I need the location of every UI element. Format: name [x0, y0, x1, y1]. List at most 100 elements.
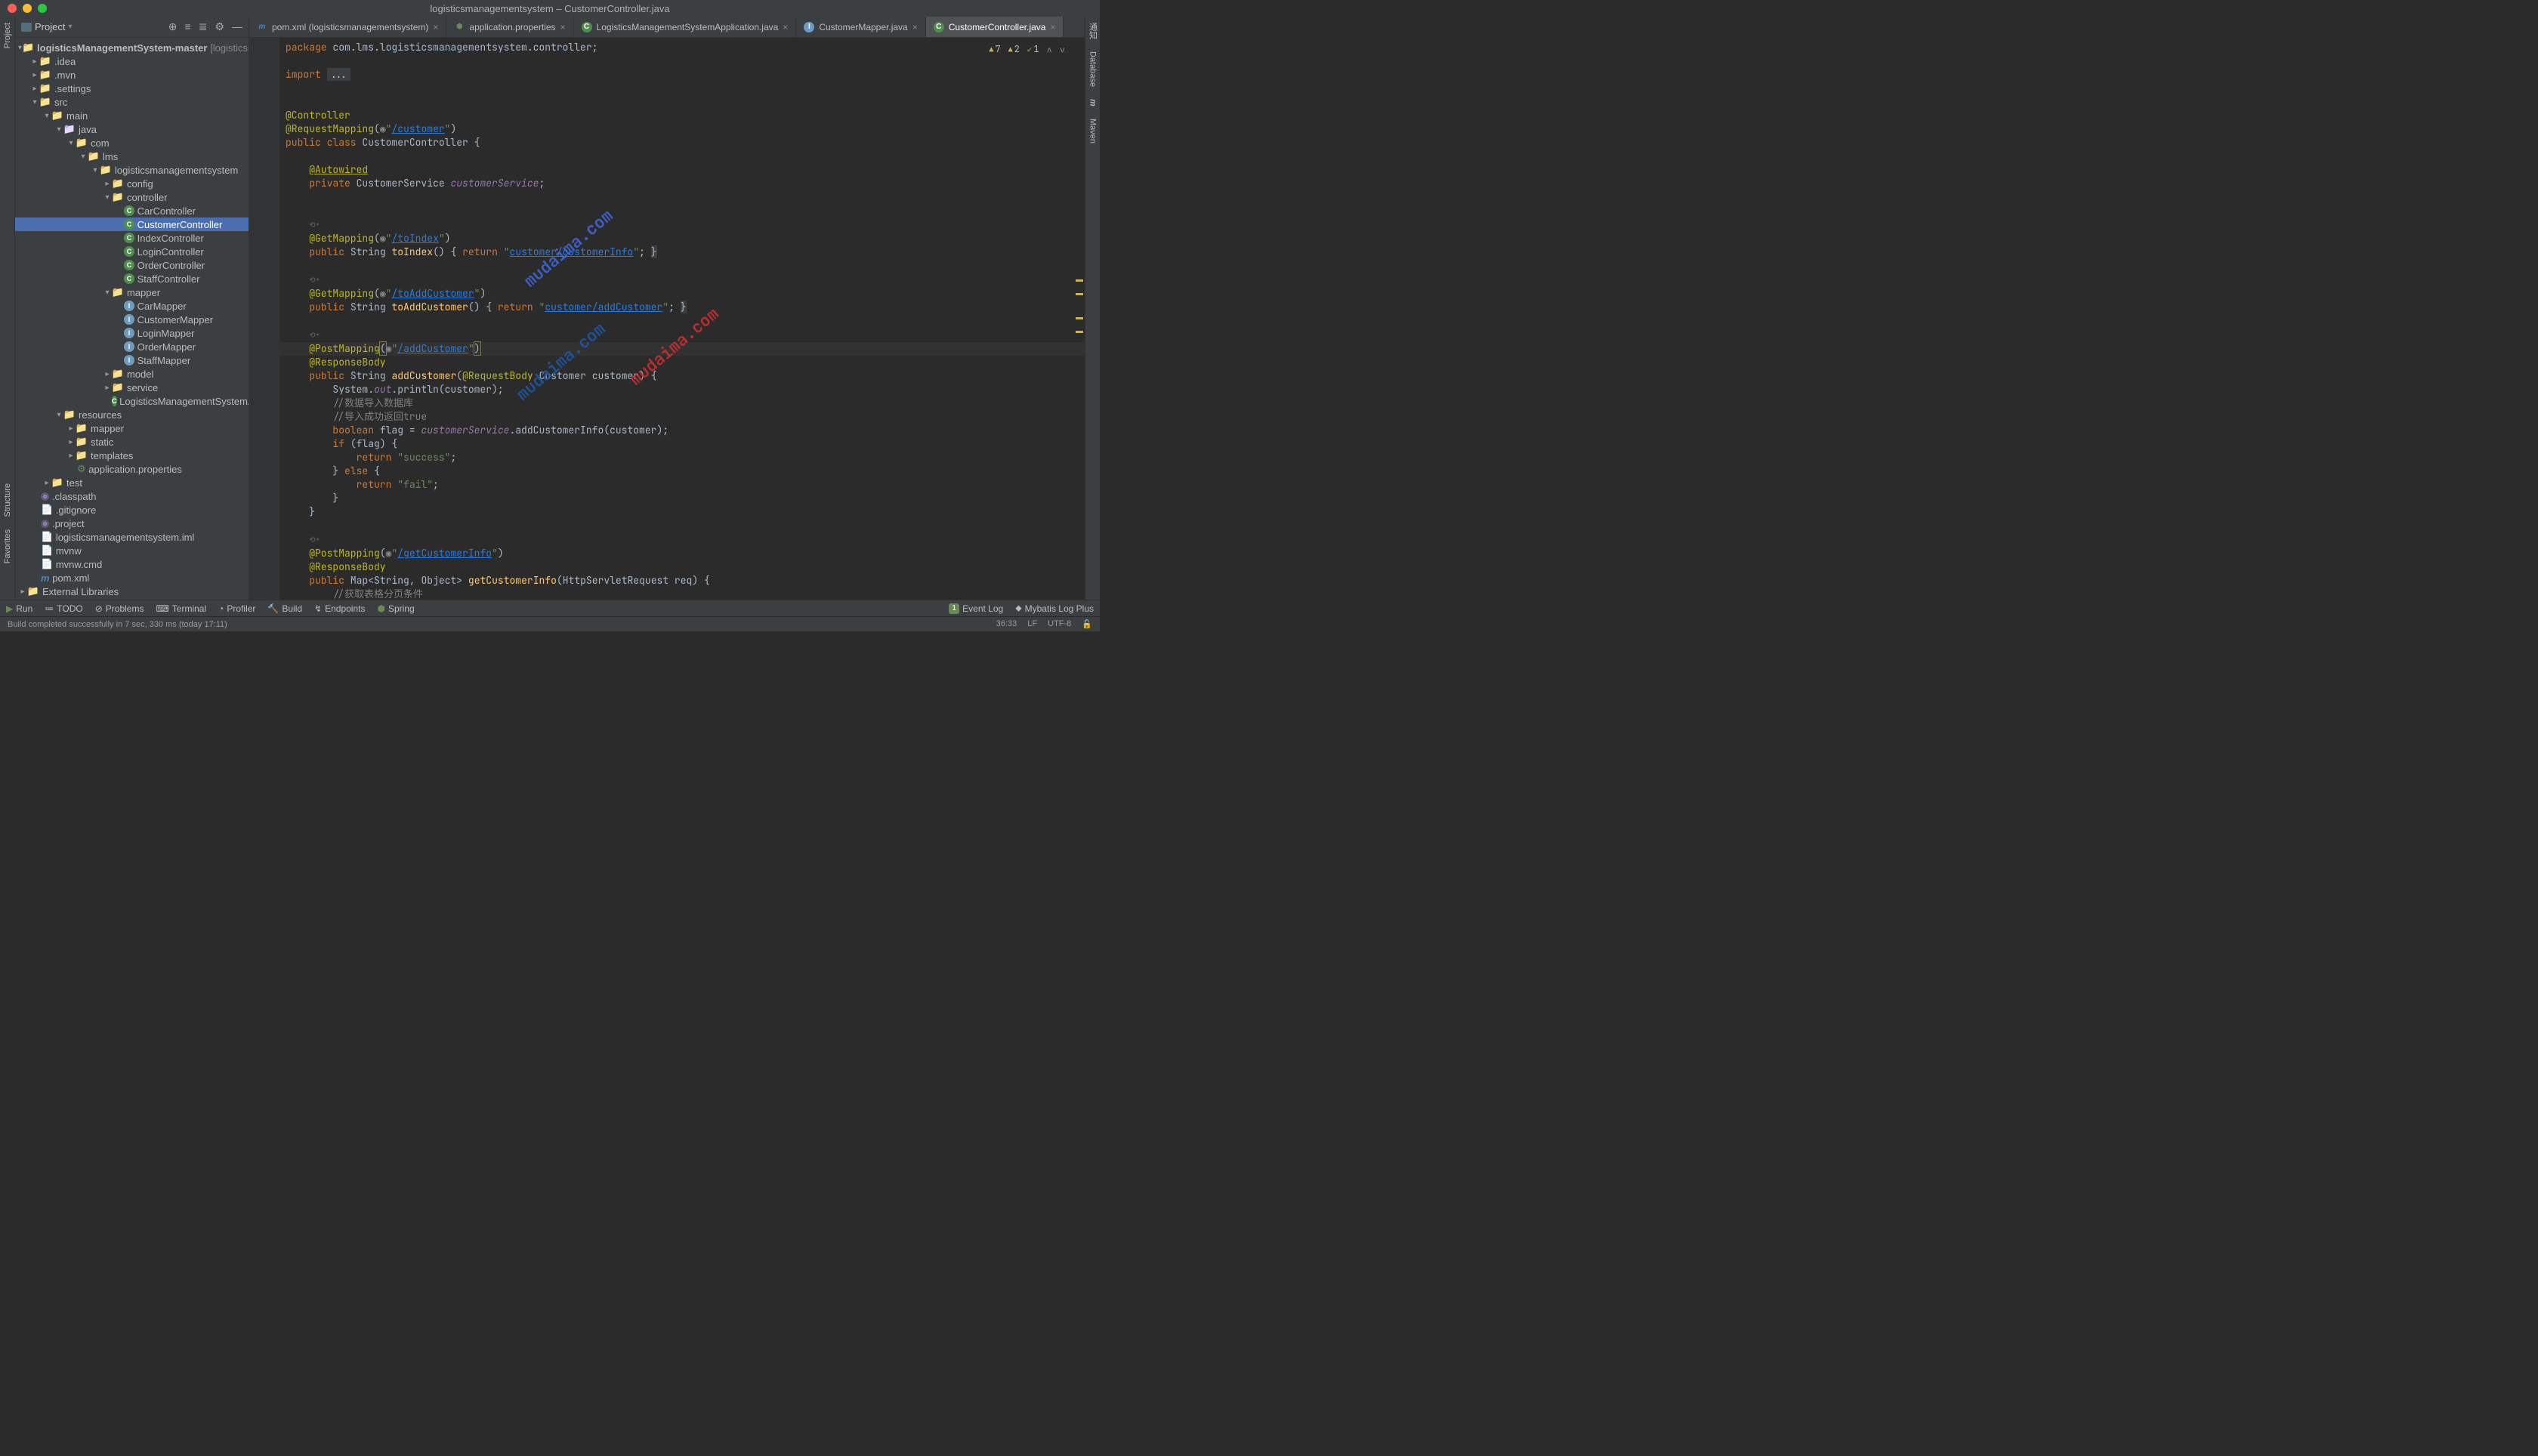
code-editor[interactable]: 7 2 1 ∧ ∨ package com.lms.logisticsmanag…: [279, 38, 1085, 600]
hide-icon[interactable]: —: [232, 20, 242, 33]
tree-test[interactable]: ▸test: [15, 476, 249, 489]
tree-resources[interactable]: ▾resources: [15, 408, 249, 421]
interface-icon: I: [124, 301, 134, 311]
rail-notifications[interactable]: 通知: [1087, 17, 1099, 45]
tool-run[interactable]: ▶Run: [6, 603, 32, 614]
tree-staff-controller[interactable]: C StaffController: [15, 272, 249, 285]
rail-database[interactable]: Database: [1088, 45, 1098, 93]
tree-gitignore[interactable]: 📄 .gitignore: [15, 503, 249, 517]
tab-mapper[interactable]: ICustomerMapper.java×: [796, 17, 925, 37]
tab-app[interactable]: CLogisticsManagementSystemApplication.ja…: [574, 17, 797, 37]
tree-src[interactable]: ▾src: [15, 95, 249, 109]
tab-controller[interactable]: CCustomerController.java×: [926, 17, 1064, 37]
rail-maven-label[interactable]: Maven: [1088, 113, 1098, 150]
tool-endpoints[interactable]: ↯Endpoints: [314, 603, 365, 614]
tree-java[interactable]: ▾java: [15, 122, 249, 136]
tree-project-file[interactable]: ◉ .project: [15, 517, 249, 530]
tree-service[interactable]: ▸service: [15, 381, 249, 394]
tree-order-controller[interactable]: C OrderController: [15, 258, 249, 272]
status-caret-pos[interactable]: 36:33: [996, 619, 1017, 629]
locate-icon[interactable]: ⊕: [168, 20, 178, 33]
tree-app-props[interactable]: ⚙ application.properties: [15, 462, 249, 476]
next-highlight-icon[interactable]: ∨: [1060, 43, 1065, 57]
tree-controller[interactable]: ▾controller: [15, 190, 249, 204]
tree-res-mapper[interactable]: ▸mapper: [15, 421, 249, 435]
maximize-icon[interactable]: [38, 4, 47, 13]
collapse-icon[interactable]: ≣: [199, 20, 208, 33]
warning-marker[interactable]: [1076, 331, 1083, 333]
tree-mvnwcmd[interactable]: 📄 mvnw.cmd: [15, 557, 249, 571]
tree-app-class[interactable]: C LogisticsManagementSystemA: [15, 394, 249, 408]
tree-customer-mapper[interactable]: I CustomerMapper: [15, 313, 249, 326]
tool-spring[interactable]: ⬢Spring: [377, 603, 414, 614]
warning-marker[interactable]: [1076, 279, 1083, 282]
tab-pom[interactable]: mpom.xml (logisticsmanagementsystem)×: [249, 17, 446, 37]
spring-icon: ⬢: [454, 22, 465, 32]
status-line-sep[interactable]: LF: [1027, 619, 1037, 629]
tree-lms[interactable]: ▾lms: [15, 150, 249, 163]
status-message: Build completed successfully in 7 sec, 3…: [8, 620, 227, 629]
tree-static[interactable]: ▸static: [15, 435, 249, 449]
tool-build[interactable]: 🔨Build: [267, 603, 302, 614]
tree-com[interactable]: ▾com: [15, 136, 249, 150]
tool-event-log[interactable]: 1Event Log: [949, 603, 1003, 614]
tree-mvnw[interactable]: 📄 mvnw: [15, 544, 249, 557]
warning-marker[interactable]: [1076, 317, 1083, 319]
project-view-icon: [21, 23, 32, 32]
rail-favorites[interactable]: Favorites: [3, 523, 12, 569]
status-encoding[interactable]: UTF-8: [1048, 619, 1071, 629]
tree-idea[interactable]: ▸.idea: [15, 54, 249, 68]
inspection-bar[interactable]: 7 2 1 ∧ ∨: [986, 41, 1068, 58]
weak-warnings-count[interactable]: 2: [1008, 42, 1020, 57]
tool-terminal[interactable]: ⌨Terminal: [156, 603, 206, 614]
tree-mapper[interactable]: ▾mapper: [15, 285, 249, 299]
tab-props[interactable]: ⬢application.properties×: [446, 17, 573, 37]
minimize-icon[interactable]: [23, 4, 32, 13]
tree-car-mapper[interactable]: I CarMapper: [15, 299, 249, 313]
tool-problems[interactable]: ⊘Problems: [95, 603, 144, 614]
tree-settings[interactable]: ▸.settings: [15, 82, 249, 95]
tool-todo[interactable]: ≔TODO: [45, 603, 82, 614]
project-tree[interactable]: ▾logisticsManagementSystem-master [logis…: [15, 38, 249, 600]
tree-staff-mapper[interactable]: I StaffMapper: [15, 353, 249, 367]
tree-pkg[interactable]: ▾logisticsmanagementsystem: [15, 163, 249, 177]
rail-maven[interactable]: m: [1088, 93, 1098, 113]
warning-marker[interactable]: [1076, 293, 1083, 295]
rail-structure[interactable]: Structure: [3, 477, 12, 523]
tree-order-mapper[interactable]: I OrderMapper: [15, 340, 249, 353]
tree-car-controller[interactable]: C CarController: [15, 204, 249, 217]
prev-highlight-icon[interactable]: ∧: [1047, 43, 1052, 57]
close-icon[interactable]: [8, 4, 17, 13]
editor-gutter[interactable]: [249, 38, 279, 600]
tree-login-mapper[interactable]: I LoginMapper: [15, 326, 249, 340]
tree-root[interactable]: ▾logisticsManagementSystem-master [logis…: [15, 41, 249, 54]
folder-icon: [22, 42, 34, 53]
tree-iml[interactable]: 📄 logisticsmanagementsystem.iml: [15, 530, 249, 544]
tree-ext-lib[interactable]: ▸External Libraries: [15, 585, 249, 598]
class-icon: C: [124, 205, 134, 216]
expand-icon[interactable]: ≡: [185, 20, 191, 33]
window-title: logisticsmanagementsystem – CustomerCont…: [430, 3, 669, 14]
rail-project[interactable]: Project: [3, 17, 12, 54]
status-readonly-icon[interactable]: 🔓: [1082, 619, 1092, 629]
chevron-down-icon[interactable]: ▾: [68, 23, 72, 31]
class-icon: C: [582, 22, 592, 32]
gear-icon[interactable]: ⚙: [215, 20, 224, 33]
tree-model[interactable]: ▸model: [15, 367, 249, 381]
interface-icon: I: [804, 22, 814, 32]
panel-title[interactable]: Project: [35, 21, 65, 32]
tool-profiler[interactable]: ◔Profiler: [218, 603, 255, 614]
tool-mybatis[interactable]: ⬥Mybatis Log Plus: [1015, 603, 1094, 614]
tree-main[interactable]: ▾main: [15, 109, 249, 122]
tree-pom[interactable]: m pom.xml: [15, 571, 249, 585]
tree-login-controller[interactable]: C LoginController: [15, 245, 249, 258]
tree-config[interactable]: ▸config: [15, 177, 249, 190]
tree-index-controller[interactable]: C IndexController: [15, 231, 249, 245]
tree-mvn[interactable]: ▸.mvn: [15, 68, 249, 82]
close-icon[interactable]: ×: [433, 22, 438, 32]
tree-templates[interactable]: ▸templates: [15, 449, 249, 462]
warnings-count[interactable]: 7: [989, 42, 1000, 57]
tree-classpath[interactable]: ◉ .classpath: [15, 489, 249, 503]
tree-customer-controller[interactable]: C CustomerController: [15, 217, 249, 231]
ok-count[interactable]: 1: [1027, 42, 1039, 57]
